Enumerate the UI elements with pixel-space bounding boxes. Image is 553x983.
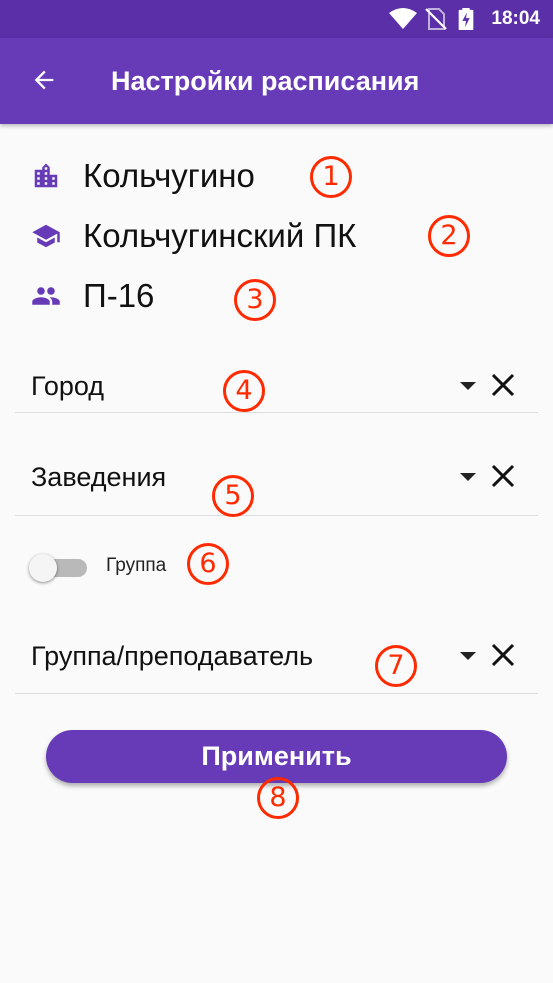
- page-title: Настройки расписания: [111, 66, 420, 96]
- group-toggle-row: Группа: [29, 548, 329, 584]
- city-dropdown[interactable]: Город: [15, 352, 538, 413]
- city-dropdown-label: Город: [31, 371, 105, 401]
- people-icon: [32, 287, 60, 305]
- status-bar: 18:04: [0, 0, 553, 38]
- battery-charging-icon: [458, 8, 474, 30]
- wifi-icon: [389, 8, 417, 29]
- annotation-marker-7: 7: [375, 645, 417, 687]
- selected-city: Кольчугино: [30, 156, 330, 196]
- clear-icon[interactable]: [488, 640, 518, 670]
- institution-dropdown-label: Заведения: [31, 462, 167, 492]
- status-time: 18:04: [491, 8, 540, 29]
- institution-dropdown[interactable]: Заведения: [15, 440, 538, 516]
- app-bar: Настройки расписания: [0, 38, 553, 124]
- group-toggle-label: Группа: [106, 555, 167, 576]
- apply-button[interactable]: Применить: [46, 730, 507, 783]
- dropdown-arrow-icon[interactable]: [460, 473, 476, 481]
- switch-thumb: [29, 554, 57, 582]
- dropdown-arrow-icon[interactable]: [460, 652, 476, 660]
- dropdown-arrow-icon[interactable]: [460, 382, 476, 390]
- annotation-marker-2: 2: [428, 215, 470, 257]
- annotation-marker-5: 5: [212, 475, 254, 517]
- clear-icon[interactable]: [488, 370, 518, 400]
- back-button[interactable]: [24, 60, 64, 100]
- city-value: Кольчугино: [83, 157, 255, 194]
- building-icon: [34, 163, 58, 188]
- institution-value: Кольчугинский ПК: [83, 217, 357, 254]
- annotation-marker-8: 8: [257, 777, 299, 819]
- graduation-cap-icon: [32, 224, 60, 248]
- no-sim-icon: [425, 8, 447, 30]
- annotation-marker-6: 6: [187, 543, 229, 585]
- group-teacher-dropdown[interactable]: Группа/преподаватель: [15, 617, 538, 694]
- annotation-marker-3: 3: [234, 279, 276, 321]
- annotation-marker-4: 4: [223, 370, 265, 412]
- group-teacher-dropdown-label: Группа/преподаватель: [31, 641, 314, 671]
- arrow-back-icon: [34, 70, 54, 90]
- annotation-marker-1: 1: [310, 156, 352, 198]
- group-value: П-16: [83, 277, 155, 314]
- selected-institution: Кольчугинский ПК: [30, 216, 430, 256]
- selected-group: П-16: [30, 276, 230, 316]
- group-switch[interactable]: [29, 552, 89, 582]
- clear-icon[interactable]: [488, 461, 518, 491]
